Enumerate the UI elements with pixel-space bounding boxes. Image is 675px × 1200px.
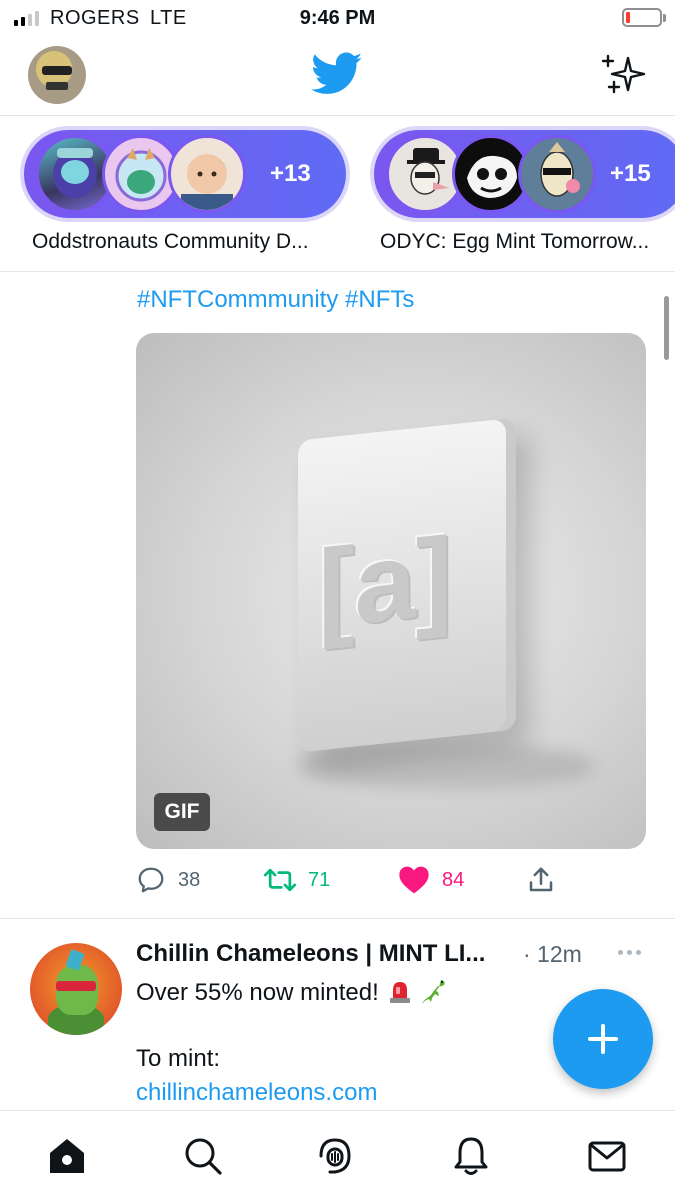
reply-icon [138,867,164,893]
like-button[interactable]: 84 [398,860,464,900]
share-icon [529,867,553,892]
tweet-actions: 38 71 84 [136,860,646,900]
tweet-timestamp[interactable]: · 12m [523,941,582,968]
space-card[interactable]: +13 [20,126,350,222]
author-avatar[interactable] [30,943,122,1035]
space-listener-count: +15 [610,160,651,187]
share-button[interactable] [526,860,556,900]
media-3d-logo-image: [a] [298,417,516,753]
siren-emoji-icon [387,978,413,1004]
author-name[interactable]: Chillin Chameleons | MINT LI... [136,940,485,968]
sparkle-icon[interactable] [600,52,648,96]
gif-badge: GIF [154,793,210,831]
retweet-count: 71 [308,868,331,891]
tweet-link[interactable]: chillinchameleons.com [136,1079,377,1107]
more-options-icon[interactable] [618,950,641,955]
bottom-navigation [0,1110,675,1200]
space-card[interactable]: +15 [370,126,675,222]
lizard-emoji-icon [419,976,449,1006]
twitter-bird-icon[interactable] [311,52,363,96]
status-time: 9:46 PM [299,7,376,29]
space-speaker-avatar [518,135,596,213]
tweet-hashtags[interactable]: #NFTCommmunity #NFTs [137,286,414,314]
reply-button[interactable]: 38 [136,860,200,900]
profile-avatar[interactable] [28,46,86,104]
messages-icon[interactable] [584,1133,630,1179]
spaces-row: +13 Oddstronauts Community D... +15 ODYC… [0,116,675,272]
space-speaker-avatar [168,135,246,213]
tweet-text-line: Over 55% now minted! [136,979,379,1006]
space-title[interactable]: Oddstronauts Community D... [32,230,309,254]
retweet-button[interactable]: 71 [264,860,330,900]
tweet-media-gif[interactable]: [a] GIF [136,333,646,849]
tweet-divider [0,918,675,919]
tweet-text-line: To mint: [136,1045,221,1072]
space-listener-count: +13 [270,160,311,187]
scrollbar[interactable] [664,296,669,360]
top-header [0,38,675,116]
status-bar: ROGERS LTE 9:46 PM [0,0,675,38]
home-icon[interactable] [44,1133,90,1179]
retweet-icon [264,868,296,892]
search-icon[interactable] [180,1133,226,1179]
spaces-icon[interactable] [312,1133,358,1179]
notifications-icon[interactable] [448,1133,494,1179]
reply-count: 38 [178,868,201,891]
compose-tweet-button[interactable] [553,989,653,1089]
battery-icon [622,8,666,27]
space-title[interactable]: ODYC: Egg Mint Tomorrow... [380,230,649,254]
like-count: 84 [442,868,465,891]
heart-icon [399,866,429,894]
tweet-text: Over 55% now minted! [136,976,449,1007]
